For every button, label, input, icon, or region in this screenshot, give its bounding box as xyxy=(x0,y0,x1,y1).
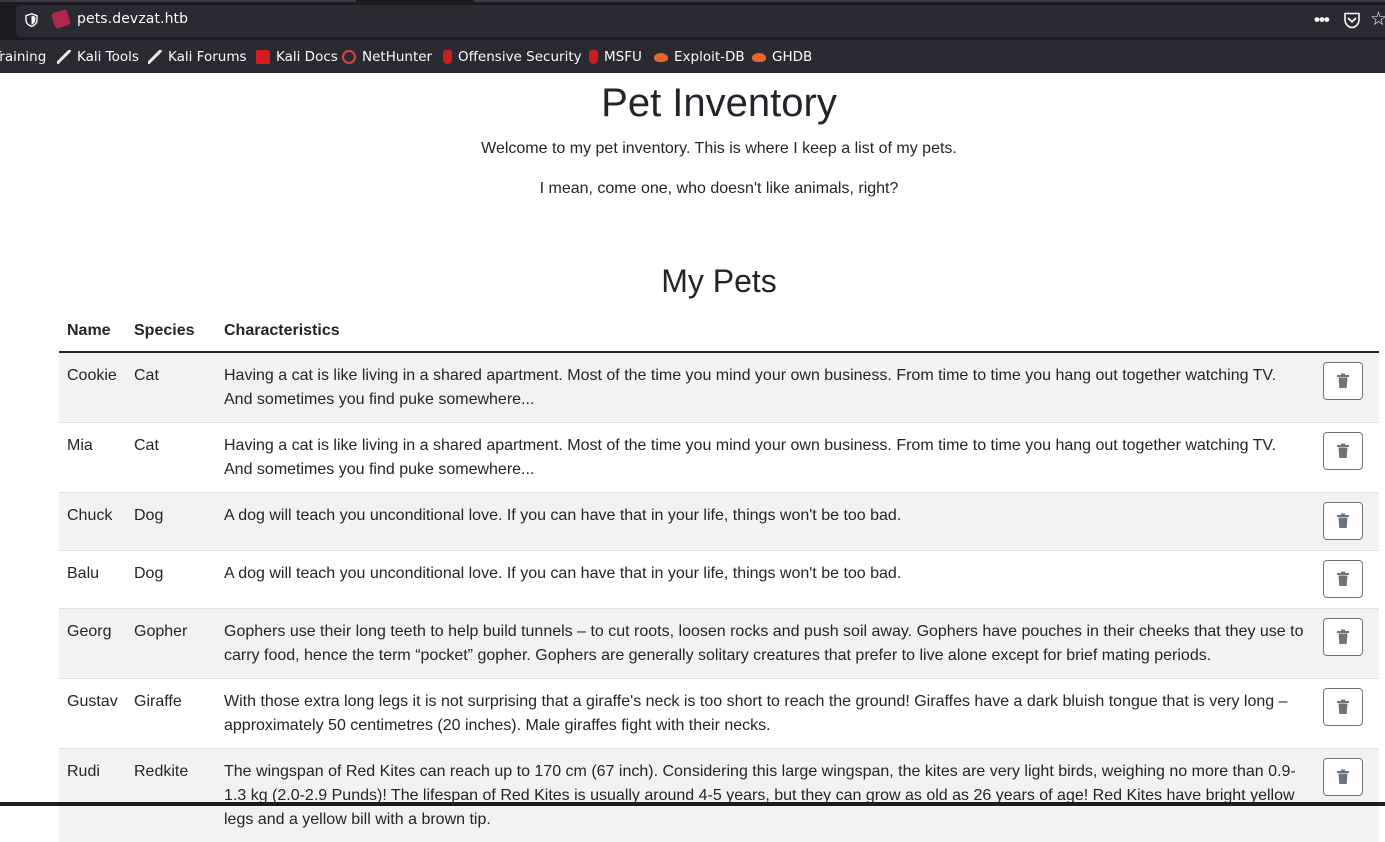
pets-table: Name Species Characteristics CookieCatHa… xyxy=(59,312,1379,842)
pet-actions-cell xyxy=(1315,493,1379,551)
column-header-characteristics: Characteristics xyxy=(216,312,1315,352)
bookmark-kali-forums[interactable]: Kali Forums xyxy=(148,48,247,66)
pets-table-body: CookieCatHaving a cat is like living in … xyxy=(59,352,1379,842)
bookmark-nethunter[interactable]: NetHunter xyxy=(342,48,432,66)
nethunter-icon xyxy=(342,50,356,64)
pet-species-cell: Giraffe xyxy=(126,679,216,749)
delete-pet-button[interactable] xyxy=(1323,618,1363,656)
trash-icon xyxy=(1336,571,1350,587)
tab-strip-edge xyxy=(0,0,356,2)
trash-icon xyxy=(1336,769,1350,785)
kali-docs-icon xyxy=(256,50,270,64)
bookmark-msfu[interactable]: MSFU xyxy=(589,48,642,66)
pet-species-cell: Dog xyxy=(126,551,216,609)
trash-icon xyxy=(1336,373,1350,389)
bookmark-star-icon[interactable]: ☆ xyxy=(1370,8,1385,31)
pet-characteristics-cell: Gophers use their long teeth to help bui… xyxy=(216,609,1315,679)
table-row: MiaCatHaving a cat is like living in a s… xyxy=(59,423,1379,493)
tab-strip-edge xyxy=(474,0,1385,2)
pet-characteristics-cell: Having a cat is like living in a shared … xyxy=(216,352,1315,423)
pet-species-cell: Dog xyxy=(126,493,216,551)
pet-species-cell: Cat xyxy=(126,352,216,423)
table-row: RudiRedkiteThe wingspan of Red Kites can… xyxy=(59,749,1379,842)
browser-toolbar: pets.devzat.htb ••• ☆ xyxy=(0,0,1385,40)
bookmark-training[interactable]: Training xyxy=(0,48,46,66)
delete-pet-button[interactable] xyxy=(1323,362,1363,400)
pet-name-cell: Rudi xyxy=(59,749,126,842)
kali-dragon-icon xyxy=(148,50,162,64)
table-row: CookieCatHaving a cat is like living in … xyxy=(59,352,1379,423)
pet-characteristics-cell: A dog will teach you unconditional love.… xyxy=(216,551,1315,609)
url-text[interactable]: pets.devzat.htb xyxy=(77,11,188,27)
table-row: ChuckDogA dog will teach you uncondition… xyxy=(59,493,1379,551)
pet-actions-cell xyxy=(1315,749,1379,842)
pet-actions-cell xyxy=(1315,423,1379,493)
pet-actions-cell xyxy=(1315,679,1379,749)
trash-icon xyxy=(1336,513,1350,529)
window-bottom-edge xyxy=(0,802,1385,806)
bookmarks-toolbar: Training Kali Tools Kali Forums Kali Doc… xyxy=(0,40,1385,73)
pocket-icon[interactable] xyxy=(1343,12,1361,29)
pet-actions-cell xyxy=(1315,551,1379,609)
pet-name-cell: Cookie xyxy=(59,352,126,423)
pet-actions-cell xyxy=(1315,352,1379,423)
offsec-icon xyxy=(589,50,598,64)
pet-actions-cell xyxy=(1315,609,1379,679)
pet-species-cell: Redkite xyxy=(126,749,216,842)
column-header-actions xyxy=(1315,312,1379,352)
column-header-name: Name xyxy=(59,312,126,352)
page-title: Pet Inventory xyxy=(0,81,1385,126)
delete-pet-button[interactable] xyxy=(1323,502,1363,540)
pet-characteristics-cell: The wingspan of Red Kites can reach up t… xyxy=(216,749,1315,842)
page-content: Pet Inventory Welcome to my pet inventor… xyxy=(0,73,1385,806)
bookmark-offensive-security[interactable]: Offensive Security xyxy=(443,48,582,66)
pet-characteristics-cell: Having a cat is like living in a shared … xyxy=(216,423,1315,493)
column-header-species: Species xyxy=(126,312,216,352)
exploit-db-icon xyxy=(654,53,668,62)
delete-pet-button[interactable] xyxy=(1323,758,1363,796)
kali-dragon-icon xyxy=(57,50,71,64)
pet-name-cell: Balu xyxy=(59,551,126,609)
offsec-icon xyxy=(443,50,452,64)
exploit-db-icon xyxy=(752,53,766,62)
bookmark-kali-docs[interactable]: Kali Docs xyxy=(256,48,338,66)
bookmark-ghdb[interactable]: GHDB xyxy=(752,48,812,66)
section-title: My Pets xyxy=(0,263,1385,300)
pet-characteristics-cell: With those extra long legs it is not sur… xyxy=(216,679,1315,749)
page-actions-menu-icon[interactable]: ••• xyxy=(1314,10,1329,30)
delete-pet-button[interactable] xyxy=(1323,432,1363,470)
pet-characteristics-cell: A dog will teach you unconditional love.… xyxy=(216,493,1315,551)
trash-icon xyxy=(1336,629,1350,645)
pet-name-cell: Georg xyxy=(59,609,126,679)
bookmark-kali-tools[interactable]: Kali Tools xyxy=(57,48,139,66)
address-bar[interactable] xyxy=(16,5,1385,37)
intro-text: Welcome to my pet inventory. This is whe… xyxy=(0,140,1385,158)
table-row: BaluDogA dog will teach you unconditiona… xyxy=(59,551,1379,609)
delete-pet-button[interactable] xyxy=(1323,560,1363,598)
pet-name-cell: Chuck xyxy=(59,493,126,551)
pet-name-cell: Gustav xyxy=(59,679,126,749)
table-row: GeorgGopherGophers use their long teeth … xyxy=(59,609,1379,679)
trash-icon xyxy=(1336,443,1350,459)
trash-icon xyxy=(1336,699,1350,715)
delete-pet-button[interactable] xyxy=(1323,688,1363,726)
pet-species-cell: Gopher xyxy=(126,609,216,679)
bookmark-exploit-db[interactable]: Exploit-DB xyxy=(654,48,745,66)
tracking-protection-shield-icon[interactable] xyxy=(25,13,38,27)
pet-name-cell: Mia xyxy=(59,423,126,493)
pet-species-cell: Cat xyxy=(126,423,216,493)
table-header-row: Name Species Characteristics xyxy=(59,312,1379,352)
table-row: GustavGiraffeWith those extra long legs … xyxy=(59,679,1379,749)
intro-subtext: I mean, come one, who doesn't like anima… xyxy=(0,180,1385,198)
